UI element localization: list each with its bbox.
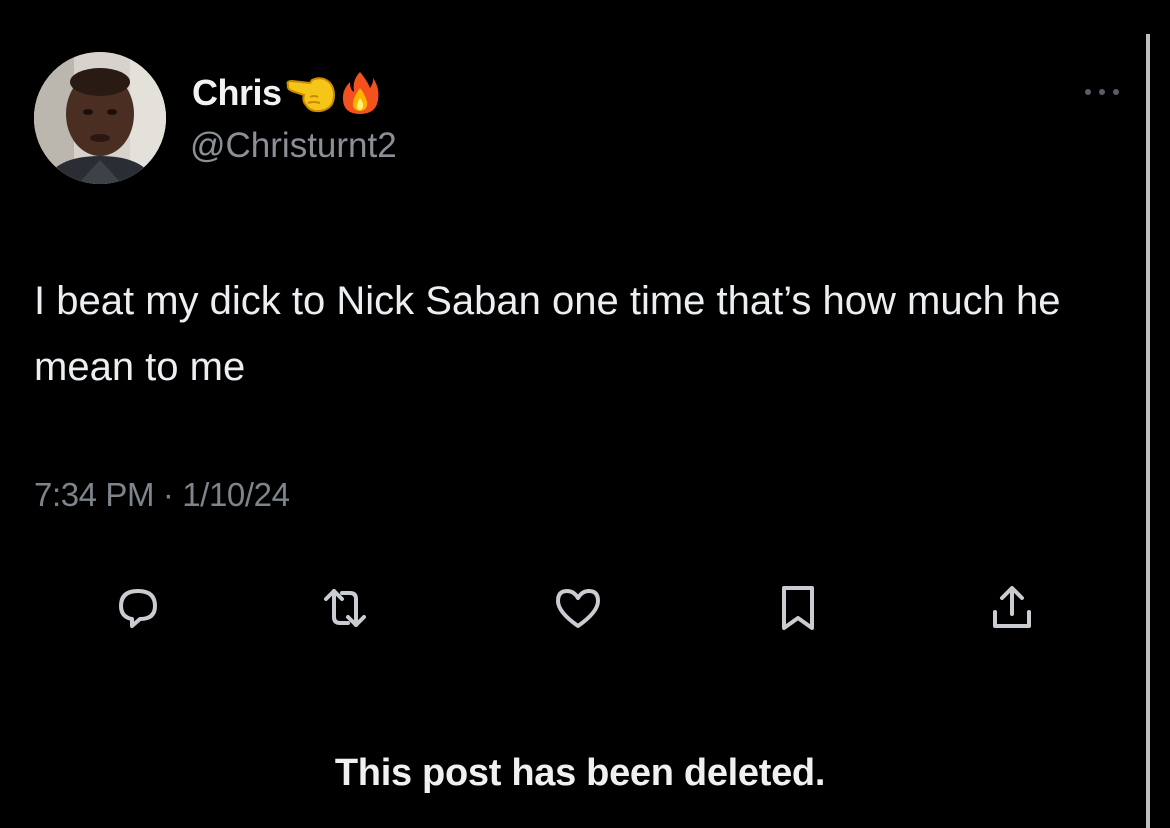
action-bar (0, 578, 1170, 638)
user-handle[interactable]: @Christurnt2 (190, 126, 397, 166)
deleted-notice: This post has been deleted. (334, 752, 826, 794)
repost-icon[interactable] (315, 578, 375, 638)
post-timestamp[interactable]: 7:34 PM · 1/10/24 (34, 476, 290, 514)
pointing-left-emoji (284, 71, 338, 115)
avatar-image (34, 52, 166, 184)
bookmark-icon[interactable] (768, 578, 828, 638)
fire-emoji (340, 70, 380, 116)
scrollbar[interactable] (1146, 34, 1150, 828)
share-icon[interactable] (982, 578, 1042, 638)
avatar[interactable] (34, 52, 166, 184)
display-name[interactable]: Chris (192, 72, 282, 114)
like-icon[interactable] (548, 578, 608, 638)
reply-icon[interactable] (108, 578, 168, 638)
post-card: Chris @Christurnt2 I beat my dick to Nic… (0, 0, 1170, 828)
post-text: I beat my dick to Nick Saban one time th… (34, 279, 1061, 389)
author-name-row[interactable]: Chris (192, 68, 380, 118)
more-options-icon[interactable] (1080, 84, 1124, 100)
